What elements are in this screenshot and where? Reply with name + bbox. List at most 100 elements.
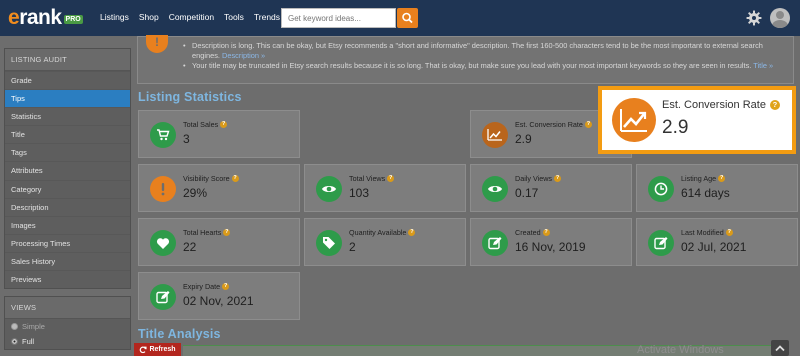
view-option-full[interactable]: Full [5,334,130,349]
sidebar-item-sales-history[interactable]: Sales History [5,251,130,270]
view-option-simple[interactable]: Simple [5,319,130,334]
sidebar-item-processing-times[interactable]: Processing Times [5,233,130,252]
stat-card-total-views: Total Views? 103 [304,164,466,212]
stat-card-visibility-score: Visibility Score? 29% [138,164,300,212]
stat-card-created: Created? 16 Nov, 2019 [470,218,632,266]
clock-icon [648,176,674,202]
tag-icon [316,230,342,256]
sidebar-item-images[interactable]: Images [5,215,130,234]
views-panel: VIEWS Simple Full [4,296,131,351]
logo-text: erank [8,6,62,29]
stat-card-total-sales: Total Sales? 3 [138,110,300,158]
sidebar-item-tags[interactable]: Tags [5,143,130,161]
edit-icon [482,230,508,256]
stat-card-quantity-available: Quantity Available? 2 [304,218,466,266]
stat-value: 22 [183,240,197,254]
help-icon[interactable]: ? [725,229,733,236]
help-icon[interactable]: ? [223,229,231,236]
cart-icon [150,122,176,148]
help-icon[interactable]: ? [387,175,395,182]
gear-icon[interactable] [746,10,762,26]
help-icon[interactable]: ? [222,283,230,290]
stat-value: 02 Jul, 2021 [681,240,747,254]
tip-title: Your title may be truncated in Etsy sear… [183,61,783,71]
nav-link-shop[interactable]: Shop [139,12,159,22]
listing-audit-header: LISTING AUDIT [5,49,130,71]
sidebar-item-previews[interactable]: Previews [5,270,130,288]
help-icon[interactable]: ? [220,121,228,128]
eye-icon [482,176,508,202]
stat-value: 16 Nov, 2019 [515,240,586,254]
tip-description-link[interactable]: Description » [222,51,265,60]
stat-card-total-hearts: Total Hearts? 22 [138,218,300,266]
views-header: VIEWS [5,297,130,320]
help-icon[interactable]: ? [231,175,239,182]
chevron-up-icon [775,345,785,352]
sidebar-item-category[interactable]: Category [5,179,130,198]
stat-value: 2.9 [515,132,532,146]
activate-windows-watermark: Activate Windows [637,344,724,356]
erank-logo[interactable]: erank PRO [8,6,83,29]
heart-icon [150,230,176,256]
stat-card-daily-views: Daily Views? 0.17 [470,164,632,212]
search-icon [402,12,413,24]
stat-value: 3 [183,132,190,146]
sidebar-item-description[interactable]: Description [5,197,130,216]
stat-value: 2 [349,240,356,254]
stat-value: 0.17 [515,186,539,200]
sidebar-item-title[interactable]: Title [5,125,130,143]
stat-card-last-modified: Last Modified? 02 Jul, 2021 [636,218,798,266]
nav-links: Listings Shop Competition Tools Trends [100,12,280,22]
tips-box: Description is long. This can be okay, b… [137,35,794,84]
sidebar: LISTING AUDIT Grade Tips Statistics Titl… [4,48,131,351]
stat-card-listing-age: Listing Age? 614 days [636,164,798,212]
edit-icon [648,230,674,256]
help-icon[interactable]: ? [584,121,592,128]
trend-up-icon [612,98,656,142]
stat-value: 02 Nov, 2021 [183,294,254,308]
stat-card-expiry-date: Expiry Date? 02 Nov, 2021 [138,272,300,320]
help-icon[interactable]: ? [718,175,726,182]
stat-value: 29% [183,186,208,200]
nav-link-listings[interactable]: Listings [100,12,129,22]
highlighted-conversion-rate-card: Est. Conversion Rate? 2.9 [598,86,796,154]
stat-value: 103 [349,186,370,200]
refresh-button[interactable]: Refresh [134,343,181,356]
pro-badge: PRO [63,14,83,24]
view-option-full-label: Full [22,337,35,347]
scroll-to-top-button[interactable] [771,340,789,356]
view-option-simple-label: Simple [22,322,45,332]
sidebar-item-tips[interactable]: Tips [5,89,130,108]
help-icon[interactable]: ? [408,229,416,236]
listing-audit-panel: LISTING AUDIT Grade Tips Statistics Titl… [4,48,131,290]
highlight-value: 2.9 [662,117,689,138]
keyword-search-input[interactable] [281,8,396,28]
listing-statistics-title: Listing Statistics [138,90,242,104]
eye-icon [316,176,342,202]
title-analysis-title: Title Analysis [138,327,221,341]
highlight-label: Est. Conversion Rate [662,99,766,111]
trend-up-icon [482,122,508,148]
warning-icon [146,35,168,53]
user-avatar[interactable] [770,8,790,28]
sidebar-item-statistics[interactable]: Statistics [5,107,130,125]
help-icon[interactable]: ? [554,175,562,182]
search-button[interactable] [397,8,418,28]
tip-description: Description is long. This can be okay, b… [183,41,783,61]
sidebar-item-grade[interactable]: Grade [5,71,130,89]
sidebar-item-attributes[interactable]: Attributes [5,161,130,179]
nav-link-trends[interactable]: Trends [254,12,280,22]
tip-title-link[interactable]: Title » [753,61,773,70]
stat-value: 614 days [681,186,730,200]
radio-full[interactable] [11,338,18,346]
help-icon[interactable]: ? [542,229,550,236]
top-navbar: erank PRO Listings Shop Competition Tool… [0,0,800,36]
exclamation-icon [150,176,176,202]
nav-link-tools[interactable]: Tools [224,12,244,22]
refresh-icon [140,346,148,353]
edit-icon [150,284,176,310]
help-icon[interactable]: ? [769,100,780,110]
tips-list: Description is long. This can be okay, b… [183,41,783,71]
radio-simple[interactable] [11,323,18,331]
nav-link-competition[interactable]: Competition [169,12,214,22]
